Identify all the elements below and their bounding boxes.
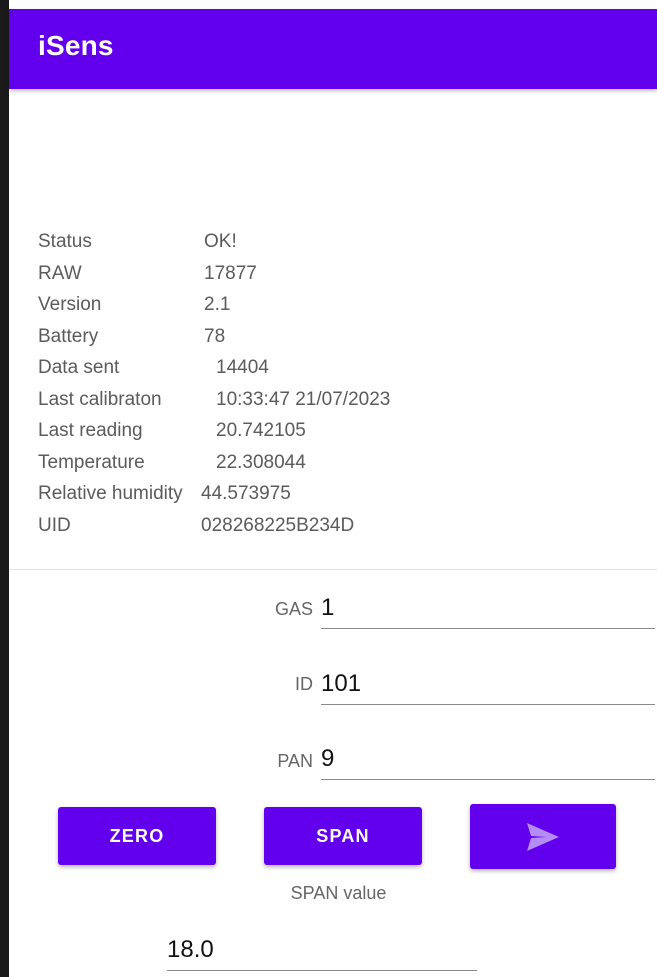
pan-input[interactable] [321, 739, 655, 780]
info-label: RAW [38, 262, 82, 284]
info-value: 028268225B234D [201, 514, 355, 536]
info-label: Temperature [38, 451, 145, 473]
app-bar: iSens [9, 9, 657, 89]
pan-label: PAN [277, 751, 313, 771]
info-value: 17877 [204, 262, 257, 284]
span-value-input[interactable] [167, 930, 477, 971]
gas-label: GAS [274, 599, 313, 619]
info-label: Last reading [38, 420, 143, 441]
span-button[interactable]: SPAN [264, 807, 422, 865]
send-icon [527, 822, 559, 851]
info-label: Last calibraton [38, 388, 162, 410]
gas-input[interactable] [321, 588, 655, 629]
zero-button[interactable]: ZERO [58, 807, 216, 865]
info-label: Status [38, 231, 92, 252]
info-label: Data sent [38, 357, 120, 378]
info-value: OK! [204, 231, 237, 252]
info-label: Relative humidity [38, 483, 183, 504]
app-title: iSens [38, 30, 114, 61]
span-value-caption: SPAN value [290, 883, 387, 903]
window-left-border [0, 0, 9, 977]
id-input[interactable] [321, 664, 655, 705]
info-value: 22.308044 [216, 451, 306, 473]
info-label: Battery [38, 325, 99, 347]
info-value: 14404 [216, 357, 269, 378]
window-top-edge [0, 0, 657, 9]
info-label: UID [38, 514, 71, 536]
info-value: 10:33:47 21/07/2023 [216, 388, 391, 410]
send-button[interactable] [470, 804, 616, 869]
id-label: ID [295, 674, 313, 694]
info-value: 2.1 [204, 294, 231, 315]
info-label: Version [38, 294, 102, 315]
info-value: 44.573975 [201, 483, 291, 504]
section-divider [9, 569, 657, 570]
info-value: 78 [204, 325, 226, 347]
info-value: 20.742105 [216, 420, 306, 441]
